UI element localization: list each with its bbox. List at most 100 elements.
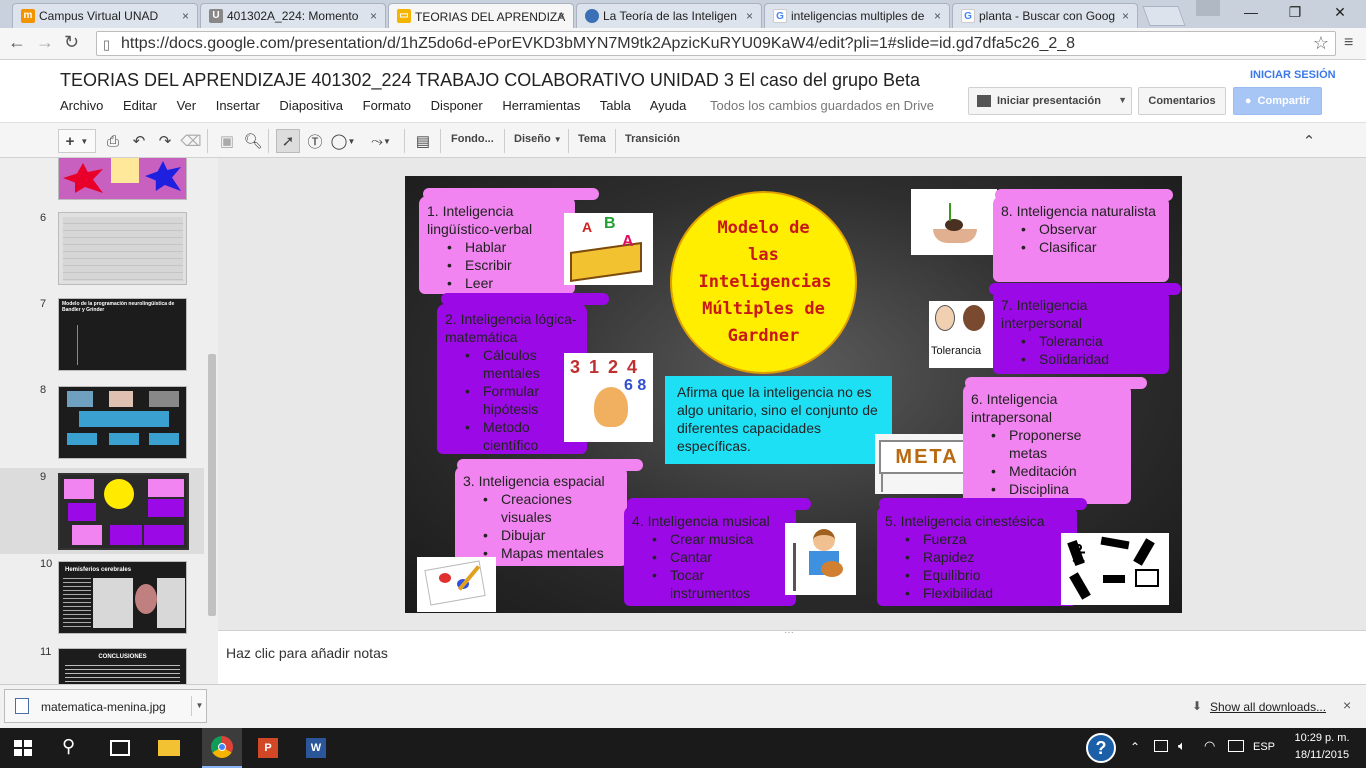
maximize-icon[interactable]: ❐ [1280,4,1310,21]
close-icon[interactable]: × [1343,697,1351,713]
slide-thumbnail[interactable]: Hemisferios cerebrales [58,561,187,634]
slide-filmstrip[interactable]: 6 7 Modelo de la programación neurolingü… [0,158,218,684]
file-explorer-icon[interactable] [158,740,180,756]
menu-ver[interactable]: Ver [177,98,197,113]
show-all-downloads-link[interactable]: Show all downloads... [1210,700,1326,714]
volume-icon[interactable]: 🔈︎ [1178,738,1186,754]
intelligence-scroll-3[interactable]: 3. Inteligencia espacial Creaciones visu… [455,466,627,566]
close-icon[interactable]: × [182,9,189,23]
resize-handle[interactable]: ··· [784,627,794,638]
comment-icon[interactable]: ▤ [412,129,434,153]
zoom-icon[interactable]: 🔍︎ [242,129,264,153]
intelligence-scroll-4[interactable]: 4. Inteligencia musical Crear musica Can… [624,506,796,606]
intelligence-scroll-5[interactable]: 5. Inteligencia cinestésica Fuerza Rapid… [877,506,1077,606]
browser-tab[interactable]: m Campus Virtual UNAD × [12,3,198,28]
clock-time[interactable]: 10:29 p. m. [1290,732,1354,744]
browser-tab[interactable]: La Teoría de las Inteligen × [576,3,762,28]
chevron-up-icon[interactable]: ⌃ [1130,740,1140,754]
language-indicator[interactable]: ESP [1253,741,1275,753]
windows-start-icon[interactable] [14,740,32,756]
present-button[interactable]: Iniciar presentación ▼ [968,87,1132,115]
info-box[interactable]: Afirma que la inteligencia no es algo un… [665,376,892,464]
close-icon[interactable]: × [746,9,753,23]
box [72,525,102,545]
menu-archivo[interactable]: Archivo [60,98,103,113]
download-item[interactable]: matematica-menina.jpg ▼ [4,689,207,723]
forward-icon[interactable]: → [36,32,54,53]
wifi-icon[interactable]: ◠ [1204,738,1215,754]
powerpoint-icon[interactable]: P [258,738,278,758]
speaker-notes[interactable]: ··· Haz clic para añadir notas [218,627,1366,684]
close-icon[interactable]: × [1122,9,1129,23]
menu-herramientas[interactable]: Herramientas [502,98,580,113]
intelligence-scroll-1[interactable]: 1. Inteligencia lingüístico-verbal Habla… [419,196,575,294]
clock-date[interactable]: 18/11/2015 [1290,749,1354,761]
menu-tabla[interactable]: Tabla [600,98,631,113]
notes-placeholder[interactable]: Haz clic para añadir notas [226,645,388,661]
paint-format-icon[interactable]: ⌫ [180,129,202,153]
slide[interactable]: 1. Inteligencia lingüístico-verbal Habla… [405,176,1182,613]
intelligence-scroll-7[interactable]: 7. Inteligencia interpersonal Tolerancia… [993,290,1169,374]
intelligence-scroll-6[interactable]: 6. Inteligencia intrapersonal Proponerse… [963,384,1131,504]
help-icon[interactable]: ? [1086,733,1116,763]
chrome-taskbar-button[interactable] [202,728,242,768]
notification-icon[interactable] [1228,740,1244,752]
textbox-icon[interactable]: Ⓣ [304,129,326,153]
select-cursor-icon[interactable]: ➚ [276,129,300,153]
close-icon[interactable]: × [370,9,377,23]
star-icon[interactable]: ☆ [1313,32,1329,55]
browser-tab[interactable]: G planta - Buscar con Goog × [952,3,1138,28]
menu-insertar[interactable]: Insertar [216,98,260,113]
menu-icon[interactable]: ≡ [1344,34,1353,52]
menu-formato[interactable]: Formato [363,98,411,113]
print-icon[interactable]: ⎙ [102,129,124,153]
slide-thumbnail[interactable]: CONCLUSIONES [58,648,187,684]
back-icon[interactable]: ← [8,32,26,53]
new-tab-button[interactable] [1142,6,1186,26]
menu-ayuda[interactable]: Ayuda [650,98,687,113]
redo-icon[interactable]: ↷ [154,129,176,153]
browser-tab[interactable]: U 401302A_224: Momento × [200,3,386,28]
new-slide-button[interactable]: + ▼ [58,129,96,153]
search-icon[interactable]: ⚲ [62,736,75,757]
reload-icon[interactable]: ↻ [64,32,79,53]
layout-button[interactable]: Diseño ▼ [514,133,562,145]
comments-button[interactable]: Comentarios [1138,87,1226,115]
browser-tab[interactable]: G inteligencias multiples de × [764,3,950,28]
undo-icon[interactable]: ↶ [128,129,150,153]
chevron-down-icon[interactable]: ▼ [191,696,207,716]
shape-icon[interactable]: ◯ ▼ [328,129,358,153]
slide-thumbnail[interactable]: Modelo de la programación neurolingüísti… [58,298,187,371]
minimize-icon[interactable]: — [1236,4,1266,20]
chevron-down-icon[interactable]: ▼ [1118,95,1127,105]
close-window-icon[interactable]: ✕ [1325,4,1355,21]
task-view-icon[interactable] [110,740,130,756]
menu-editar[interactable]: Editar [123,98,157,113]
collapse-icon[interactable]: ⌃ [1298,129,1320,153]
filmstrip-scrollbar[interactable] [208,354,216,616]
close-icon[interactable]: × [558,9,565,23]
slide-thumbnail[interactable] [58,386,187,459]
url-field[interactable]: ▯ https://docs.google.com/presentation/d… [96,31,1336,56]
menu-disponer[interactable]: Disponer [431,98,483,113]
theme-button[interactable]: Tema [578,133,606,145]
line-icon[interactable]: ⤳ ▼ [364,129,398,153]
background-button[interactable]: Fondo... [451,133,494,145]
zoom-fit-icon[interactable]: ▣ [216,129,238,153]
slide-thumbnail[interactable] [58,212,187,285]
signin-link[interactable]: INICIAR SESIÓN [1250,69,1336,81]
transition-button[interactable]: Transición [625,133,680,145]
share-button[interactable]: ● Compartir [1233,87,1322,115]
gardner-model-circle[interactable]: Modelo de las Inteligencias Múltiples de… [670,191,857,374]
close-icon[interactable]: × [934,9,941,23]
word-icon[interactable]: W [306,738,326,758]
profile-icon[interactable] [1196,0,1220,16]
menu-diapositiva[interactable]: Diapositiva [279,98,343,113]
address-bar-row: ← → ↻ ▯ https://docs.google.com/presenta… [0,28,1366,60]
browser-tab-active[interactable]: ▭ TEORIAS DEL APRENDIZA × [388,3,574,29]
network-icon[interactable] [1154,740,1168,752]
slide-thumbnail[interactable] [58,158,187,200]
doc-title[interactable]: TEORIAS DEL APRENDIZAJE 401302_224 TRABA… [60,70,920,91]
slide-thumbnail-selected[interactable] [58,473,189,550]
intelligence-scroll-8[interactable]: 8. Inteligencia naturalista Observar Cla… [993,196,1169,282]
